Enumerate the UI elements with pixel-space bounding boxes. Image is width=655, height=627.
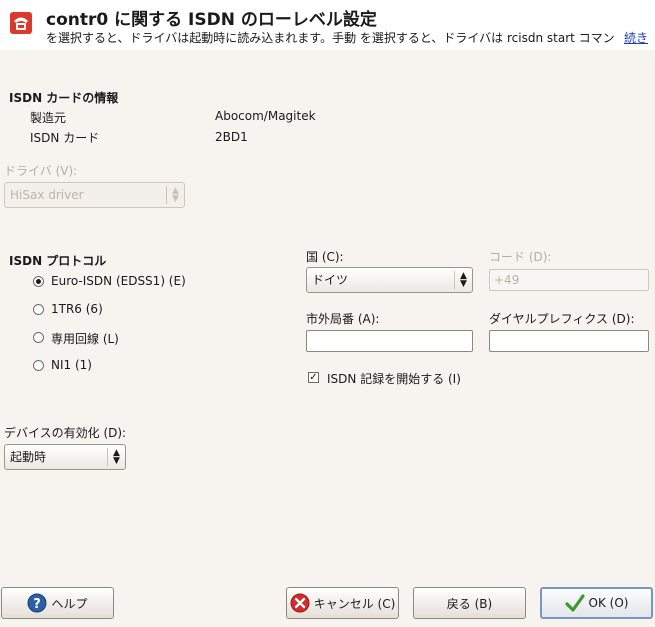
radio-1tr6-label[interactable]: 1TR6 (6) bbox=[51, 302, 103, 316]
ok-button[interactable]: OK (O) bbox=[540, 587, 653, 619]
manufacturer-value: Abocom/Magitek bbox=[215, 109, 316, 123]
device-activation-label: デバイスの有効化 (D): bbox=[4, 426, 127, 440]
back-button[interactable]: 戻る (B) bbox=[413, 587, 526, 619]
radio-euro-isdn[interactable] bbox=[33, 276, 44, 287]
country-select[interactable]: ドイツ ▲ ▼ bbox=[306, 267, 473, 293]
card-info-heading: ISDN カードの情報 bbox=[9, 91, 119, 105]
driver-label: ドライバ (V): bbox=[4, 164, 78, 178]
area-code-label: 市外局番 (A): bbox=[306, 312, 380, 326]
isdn-card-label: ISDN カード bbox=[30, 131, 100, 145]
driver-select[interactable]: HiSax driver ▲ ▼ bbox=[4, 182, 185, 208]
code-field[interactable]: +49 bbox=[489, 269, 649, 291]
driver-select-value: HiSax driver bbox=[10, 188, 84, 202]
cancel-button-label: キャンセル (C) bbox=[313, 596, 396, 611]
back-button-label: 戻る (B) bbox=[446, 596, 493, 611]
more-link[interactable]: 続き bbox=[624, 29, 648, 46]
cancel-button[interactable]: キャンセル (C) bbox=[286, 587, 399, 619]
device-activation-select[interactable]: 起動時 ▲ ▼ bbox=[4, 444, 126, 470]
help-button[interactable]: ? ヘルプ bbox=[1, 587, 114, 619]
radio-1tr6[interactable] bbox=[33, 304, 44, 315]
radio-euro-isdn-label[interactable]: Euro-ISDN (EDSS1) (E) bbox=[51, 274, 186, 288]
isdn-card-value: 2BD1 bbox=[215, 130, 248, 144]
radio-ni1[interactable] bbox=[33, 360, 44, 371]
updown-arrows-icon: ▲ ▼ bbox=[107, 448, 125, 466]
radio-ni1-label[interactable]: NI1 (1) bbox=[51, 358, 92, 372]
help-icon: ? bbox=[27, 593, 47, 613]
protocol-heading: ISDN プロトコル bbox=[9, 254, 107, 268]
cancel-icon bbox=[290, 593, 310, 613]
dial-prefix-label: ダイヤルプレフィクス (D): bbox=[489, 312, 635, 326]
manufacturer-label: 製造元 bbox=[30, 111, 67, 125]
logging-checkbox-label[interactable]: ISDN 記録を開始する (I) bbox=[327, 370, 461, 387]
checkmark-icon bbox=[564, 594, 585, 612]
help-button-label: ヘルプ bbox=[51, 596, 88, 611]
radio-leased-line[interactable] bbox=[33, 332, 44, 343]
device-activation-value: 起動時 bbox=[10, 450, 47, 464]
radio-leased-line-label[interactable]: 専用回線 (L) bbox=[51, 330, 119, 347]
code-label: コード (D): bbox=[489, 250, 552, 264]
logging-checkbox[interactable]: ✓ bbox=[308, 372, 319, 383]
country-label: 国 (C): bbox=[306, 250, 344, 264]
area-code-field[interactable] bbox=[306, 330, 473, 352]
dialog-header: contr0 に関する ISDN のローレベル設定 を選択すると、ドライバは起動… bbox=[0, 0, 655, 50]
updown-arrows-icon: ▲ ▼ bbox=[454, 271, 472, 289]
country-select-value: ドイツ bbox=[312, 273, 349, 287]
telephone-icon bbox=[10, 12, 32, 34]
page-title: contr0 に関する ISDN のローレベル設定 bbox=[46, 10, 377, 30]
ok-button-label: OK (O) bbox=[588, 596, 629, 610]
dial-prefix-field[interactable] bbox=[489, 330, 649, 352]
header-description: を選択すると、ドライバは起動時に読み込まれます。手動 を選択すると、ドライバは … bbox=[46, 31, 618, 45]
updown-arrows-icon: ▲ ▼ bbox=[166, 186, 184, 204]
svg-text:?: ? bbox=[34, 597, 42, 612]
